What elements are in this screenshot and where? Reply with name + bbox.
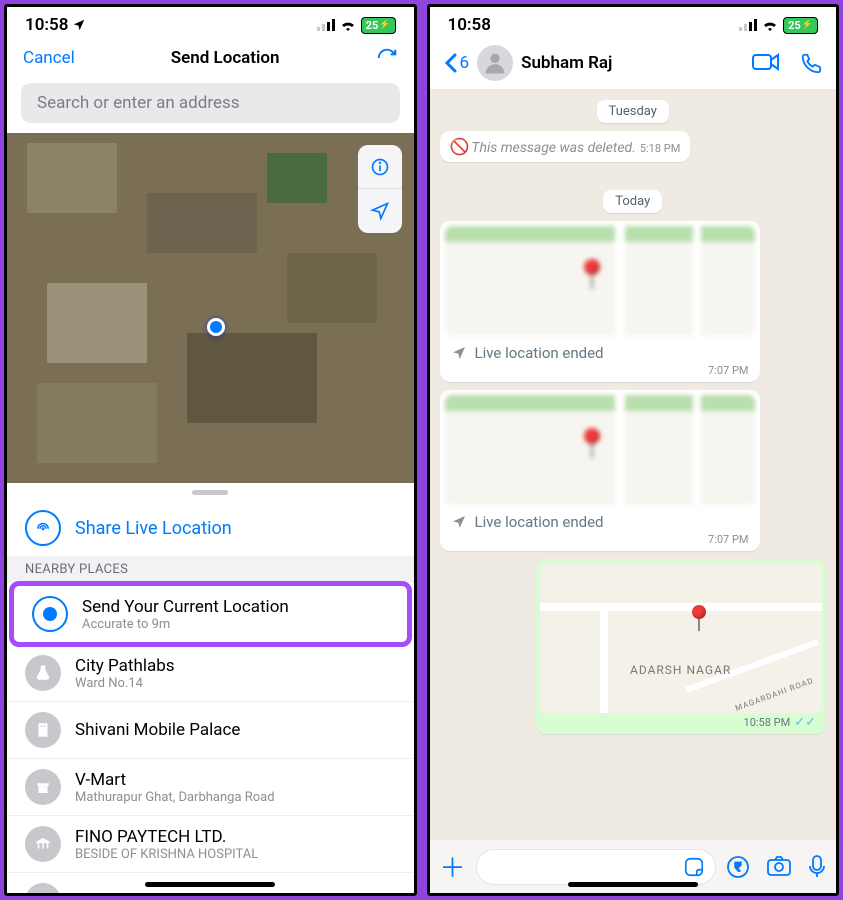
status-time: 10:58: [25, 15, 68, 35]
voice-call-button[interactable]: [800, 52, 822, 74]
sheet-grabber[interactable]: [192, 490, 228, 495]
blocked-icon: 🚫: [450, 137, 470, 156]
status-bar: 10:58 25⚡: [7, 7, 414, 37]
sent-location-map: ADARSH NAGAR MAGARDAHI ROAD: [540, 563, 822, 713]
outgoing-location-card[interactable]: ADARSH NAGAR MAGARDAHI ROAD 10:58 PM ✓✓: [536, 559, 826, 734]
phone-send-location: 10:58 25⚡ Cancel Send Location Search or…: [4, 4, 417, 896]
incoming-location-card[interactable]: Live location ended 7:07 PM: [440, 390, 760, 551]
search-placeholder: Search or enter an address: [37, 93, 240, 113]
battery-indicator: 25⚡: [361, 17, 396, 34]
page-title: Send Location: [171, 48, 280, 68]
back-button[interactable]: 6: [444, 53, 470, 73]
send-location-header: Cancel Send Location: [7, 37, 414, 79]
live-location-ended-icon: [451, 345, 467, 361]
contact-name[interactable]: Subham Raj: [521, 53, 744, 73]
chat-header: 6 Subham Raj: [430, 37, 837, 90]
cellular-signal-icon: [317, 19, 335, 31]
home-indicator[interactable]: [568, 882, 698, 887]
payment-icon[interactable]: ₹: [726, 855, 750, 879]
incoming-location-card[interactable]: Live location ended 7:07 PM: [440, 221, 760, 382]
svg-text:₹: ₹: [735, 860, 741, 874]
building-icon: [25, 712, 61, 748]
live-location-ended-icon: [451, 514, 467, 530]
camera-icon[interactable]: [766, 855, 792, 879]
wifi-icon: [762, 19, 778, 31]
read-receipt-icon: ✓✓: [794, 715, 816, 730]
phone-chat: 10:58 25⚡ 6 Subham Raj Tuesday 🚫 This me…: [427, 4, 840, 896]
map-pin-icon: [584, 428, 600, 458]
chat-body[interactable]: Tuesday 🚫 This message was deleted. 5:18…: [430, 90, 837, 840]
date-chip: Tuesday: [597, 100, 669, 123]
battery-indicator: 25⚡: [783, 17, 818, 34]
nearby-places-header: NEARBY PLACES: [7, 556, 414, 583]
highlight-current-location: Send Your Current Location Accurate to 9…: [9, 581, 412, 647]
date-chip: Today: [603, 190, 662, 213]
deleted-message-bubble[interactable]: 🚫 This message was deleted. 5:18 PM: [440, 131, 691, 162]
map-recenter-button[interactable]: [358, 189, 402, 233]
wifi-icon: [340, 19, 356, 31]
status-bar: 10:58 25⚡: [430, 7, 837, 37]
location-sheet: Share Live Location NEARBY PLACES Send Y…: [7, 483, 414, 896]
home-indicator[interactable]: [145, 882, 275, 887]
video-call-button[interactable]: [752, 52, 780, 74]
lab-icon: [25, 655, 61, 691]
share-live-location-button[interactable]: Share Live Location: [7, 502, 414, 556]
attach-button[interactable]: ＋: [440, 848, 466, 885]
satellite-map[interactable]: [7, 133, 414, 483]
location-preview-map: [445, 395, 755, 505]
search-input[interactable]: Search or enter an address: [21, 83, 400, 123]
refresh-button[interactable]: [376, 47, 398, 69]
map-controls: [358, 145, 402, 233]
shop-icon: [25, 769, 61, 805]
map-pin-icon: [692, 605, 706, 631]
nearby-place-row[interactable]: FINO PAYTECH LTD.BESIDE OF KRISHNA HOSPI…: [7, 816, 414, 873]
current-location-icon: [32, 596, 68, 632]
message-input[interactable]: [476, 849, 716, 885]
location-services-icon: [72, 18, 86, 32]
restaurant-icon: [25, 883, 61, 896]
sticker-icon[interactable]: [683, 856, 705, 878]
nearby-place-row[interactable]: City PathlabsWard No.14: [7, 645, 414, 702]
cancel-button[interactable]: Cancel: [23, 48, 75, 68]
send-current-location-button[interactable]: Send Your Current Location Accurate to 9…: [14, 586, 407, 642]
status-time: 10:58: [448, 15, 491, 35]
nearby-place-row[interactable]: V-MartMathurapur Ghat, Darbhanga Road: [7, 759, 414, 816]
map-info-button[interactable]: [358, 145, 402, 189]
microphone-icon[interactable]: [808, 855, 826, 879]
map-pin-icon: [584, 259, 600, 289]
current-location-dot: [207, 318, 225, 336]
cellular-signal-icon: [739, 19, 757, 31]
nearby-place-row[interactable]: Shivani Mobile Palace: [7, 702, 414, 759]
location-preview-map: [445, 226, 755, 336]
live-location-icon: [25, 510, 61, 546]
bank-icon: [25, 826, 61, 862]
contact-avatar[interactable]: [477, 45, 513, 81]
